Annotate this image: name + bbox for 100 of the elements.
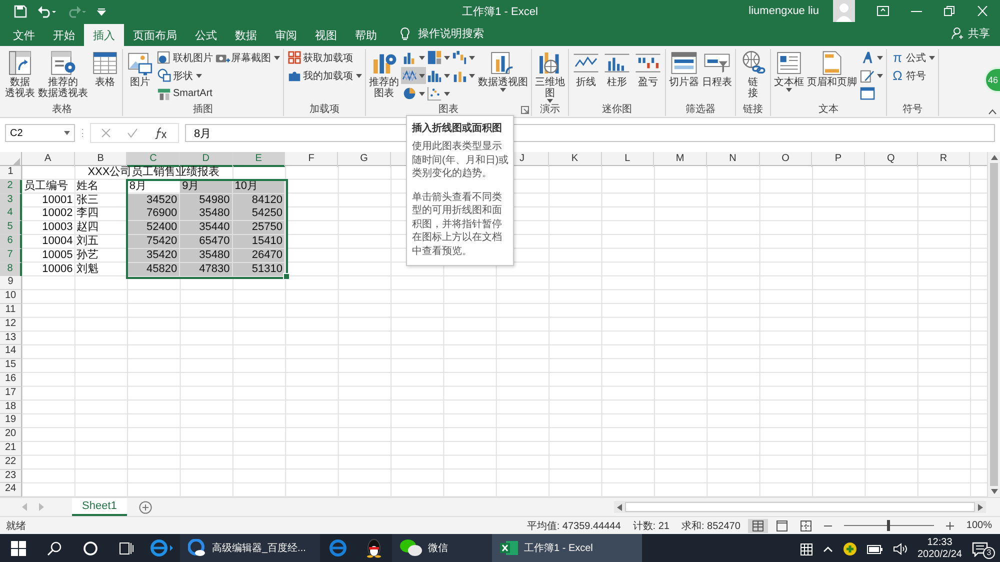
ribbon-button[interactable]: SmartArt [156, 85, 214, 102]
table-cell[interactable]: 84120 [232, 194, 286, 208]
share-button[interactable]: 共享 [951, 26, 990, 41]
row-header[interactable]: 13 [0, 332, 22, 346]
clock[interactable]: 12:33 2020/2/24 [918, 537, 962, 561]
row-header[interactable]: 16 [0, 372, 22, 387]
table-cell[interactable]: 15410 [232, 234, 286, 249]
row-header[interactable]: 4 [0, 207, 22, 222]
column-header[interactable]: F [285, 152, 338, 167]
ribbon-button[interactable]: 推荐的 数据透视表 [37, 49, 89, 99]
tell-me-search[interactable]: 操作说明搜索 [418, 26, 484, 41]
row-header[interactable]: 17 [0, 386, 22, 401]
table-cell[interactable]: 51310 [232, 262, 286, 277]
table-cell[interactable]: 47830 [180, 262, 233, 277]
taskbar-button[interactable]: 工作簿1 - Excel [492, 534, 642, 562]
column-header[interactable]: G [338, 152, 391, 167]
sheet-tab[interactable]: Sheet1 [72, 498, 127, 516]
title-cell[interactable]: XXX公司员工销售业绩报表 [22, 166, 286, 180]
taskbar-button[interactable]: 微信 [392, 534, 492, 562]
ribbon-button[interactable]: 图片 [125, 49, 155, 88]
ribbon-button[interactable]: π 公式 [889, 49, 936, 66]
table-cell[interactable]: 26470 [232, 248, 286, 263]
ribbon-button[interactable]: 获取加载项 [286, 49, 363, 66]
ribbon-button[interactable]: 我的加载项 [286, 67, 363, 84]
ribbon-button[interactable]: 形状 [156, 67, 214, 84]
row-header[interactable]: 6 [0, 234, 22, 249]
name-box[interactable]: C2 [5, 124, 75, 142]
ribbon-tab[interactable]: 文件 [4, 24, 44, 46]
column-header[interactable]: M [654, 152, 707, 167]
row-header[interactable]: 22 [0, 456, 22, 470]
ribbon-button[interactable]: 链 接 [738, 49, 768, 99]
table-cell[interactable]: 35440 [180, 221, 233, 236]
table-cell[interactable]: 刘五 [74, 234, 128, 249]
column-header[interactable]: N [706, 152, 760, 167]
row-header[interactable]: 7 [0, 248, 22, 263]
ribbon-button[interactable]: 三维地 图 [534, 49, 566, 103]
ribbon-button[interactable]: 切片器 [668, 49, 700, 88]
row-header[interactable]: 23 [0, 470, 22, 484]
ribbon-button[interactable]: 数据 透视表 [4, 49, 36, 99]
table-cell[interactable]: 54980 [180, 194, 233, 208]
column-header[interactable]: D [180, 152, 233, 167]
ribbon-button[interactable]: 柱形 [602, 49, 632, 88]
table-cell[interactable]: 赵四 [74, 221, 128, 236]
ribbon-tab[interactable]: 数据 [226, 24, 266, 46]
ribbon-tab[interactable]: 帮助 [346, 24, 386, 46]
row-header[interactable]: 19 [0, 414, 22, 428]
table-cell[interactable]: 10001 [22, 194, 75, 208]
table-cell[interactable]: 76900 [127, 207, 180, 222]
column-header[interactable]: C [127, 152, 180, 167]
table-cell[interactable]: 李四 [74, 207, 128, 222]
row-header[interactable]: 1 [0, 166, 22, 180]
table-cell[interactable]: 姓名 [74, 180, 128, 194]
row-header[interactable]: 18 [0, 400, 22, 414]
table-cell[interactable]: 张三 [74, 194, 128, 208]
row-header[interactable]: 2 [0, 180, 22, 194]
ribbon-button[interactable]: 表格 [90, 49, 120, 88]
table-cell[interactable]: 10003 [22, 221, 75, 236]
table-cell[interactable]: 65470 [180, 234, 233, 249]
row-header[interactable]: 20 [0, 428, 22, 442]
table-cell[interactable]: 10004 [22, 234, 75, 249]
row-header[interactable]: 10 [0, 290, 22, 304]
column-header[interactable]: L [602, 152, 654, 167]
table-cell[interactable]: 10006 [22, 262, 75, 277]
ribbon-button[interactable]: 数据透视图 [477, 49, 529, 92]
table-cell[interactable]: 35480 [180, 207, 233, 222]
row-header[interactable]: 9 [0, 276, 22, 290]
row-header[interactable]: 24 [0, 483, 22, 497]
table-cell[interactable]: 45820 [127, 262, 180, 277]
ribbon-tab[interactable]: 插入 [84, 24, 124, 46]
column-header[interactable]: O [760, 152, 812, 167]
ribbon-button[interactable]: Ω 符号 [889, 67, 936, 84]
row-header[interactable]: 12 [0, 318, 22, 332]
table-cell[interactable]: 52400 [127, 221, 180, 236]
row-header[interactable]: 15 [0, 359, 22, 373]
ribbon-tab[interactable]: 开始 [44, 24, 84, 46]
row-header[interactable]: 3 [0, 194, 22, 208]
column-header[interactable]: K [548, 152, 602, 167]
table-cell[interactable]: 10005 [22, 248, 75, 263]
row-header[interactable]: 8 [0, 262, 22, 277]
table-cell[interactable]: 10002 [22, 207, 75, 222]
ribbon-button[interactable]: 日程表 [701, 49, 733, 88]
ribbon-tab[interactable]: 视图 [306, 24, 346, 46]
ribbon-tab[interactable]: 公式 [186, 24, 226, 46]
ribbon-tab[interactable]: 审阅 [266, 24, 306, 46]
column-header[interactable]: E [232, 152, 286, 167]
ribbon-button[interactable]: 折线 [571, 49, 601, 88]
column-header[interactable]: Q [865, 152, 918, 167]
row-header[interactable]: 21 [0, 442, 22, 456]
column-header[interactable]: P [812, 152, 865, 167]
table-cell[interactable]: 75420 [127, 234, 180, 249]
table-cell[interactable]: 孙艺 [74, 248, 128, 263]
table-cell[interactable]: 员工编号 [22, 180, 75, 194]
column-header[interactable]: R [918, 152, 970, 167]
ribbon-tab[interactable]: 页面布局 [124, 24, 186, 46]
table-cell[interactable]: 35420 [127, 248, 180, 263]
table-cell[interactable]: 34520 [127, 194, 180, 208]
ribbon-button[interactable]: 文本框 [773, 49, 805, 92]
row-header[interactable]: 11 [0, 304, 22, 318]
ribbon-button[interactable]: 盈亏 [633, 49, 663, 88]
ribbon-button[interactable]: 联机图片 [156, 49, 214, 66]
